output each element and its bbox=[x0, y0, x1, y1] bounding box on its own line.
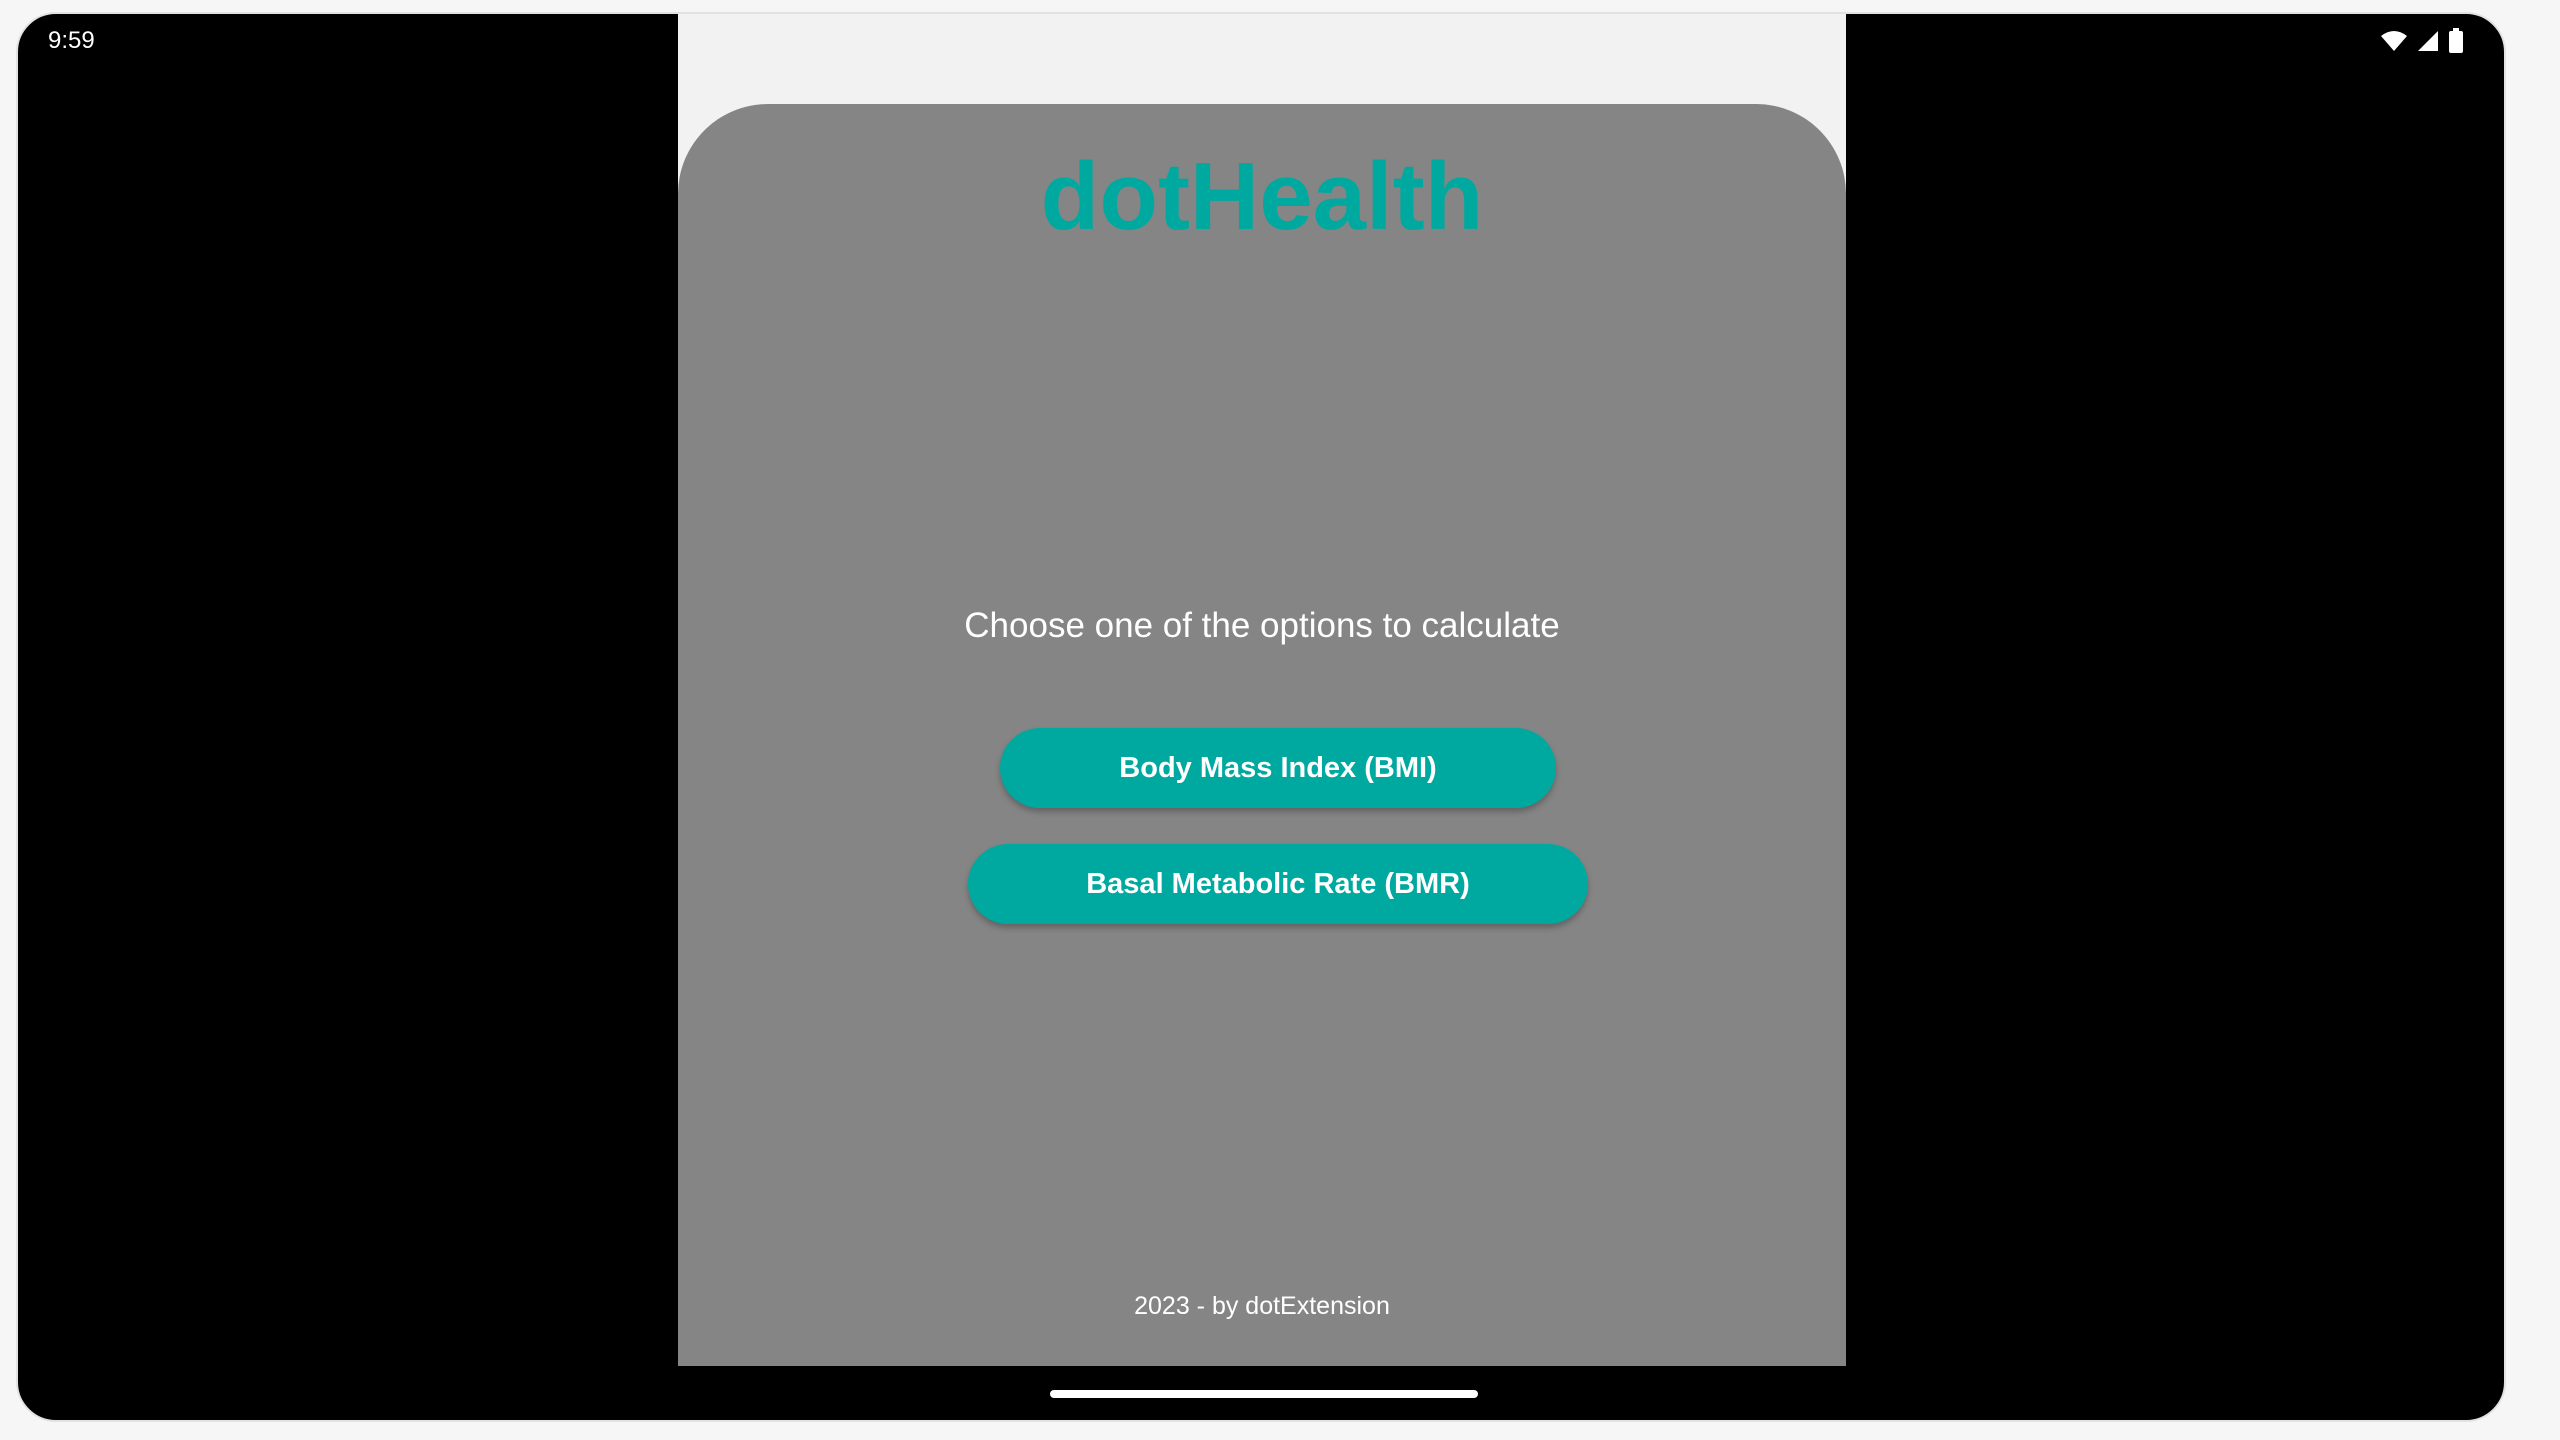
signal-icon bbox=[2416, 30, 2440, 52]
app-title: dotHealth bbox=[1040, 143, 1484, 250]
bmr-button[interactable]: Basal Metabolic Rate (BMR) bbox=[968, 844, 1588, 924]
bmi-button[interactable]: Body Mass Index (BMI) bbox=[1000, 728, 1556, 808]
status-time: 9:59 bbox=[48, 27, 95, 54]
app-screen: dotHealth Choose one of the options to c… bbox=[678, 14, 1846, 1366]
footer-credit: 2023 - by dotExtension bbox=[1134, 1292, 1390, 1320]
device-frame: 9:59 dotHealth Choose one of the options… bbox=[16, 12, 2506, 1422]
battery-icon bbox=[2448, 28, 2464, 54]
wifi-icon bbox=[2380, 30, 2408, 52]
status-icons bbox=[2380, 26, 2464, 56]
prompt-text: Choose one of the options to calculate bbox=[964, 606, 1560, 645]
home-indicator[interactable] bbox=[1050, 1390, 1478, 1398]
